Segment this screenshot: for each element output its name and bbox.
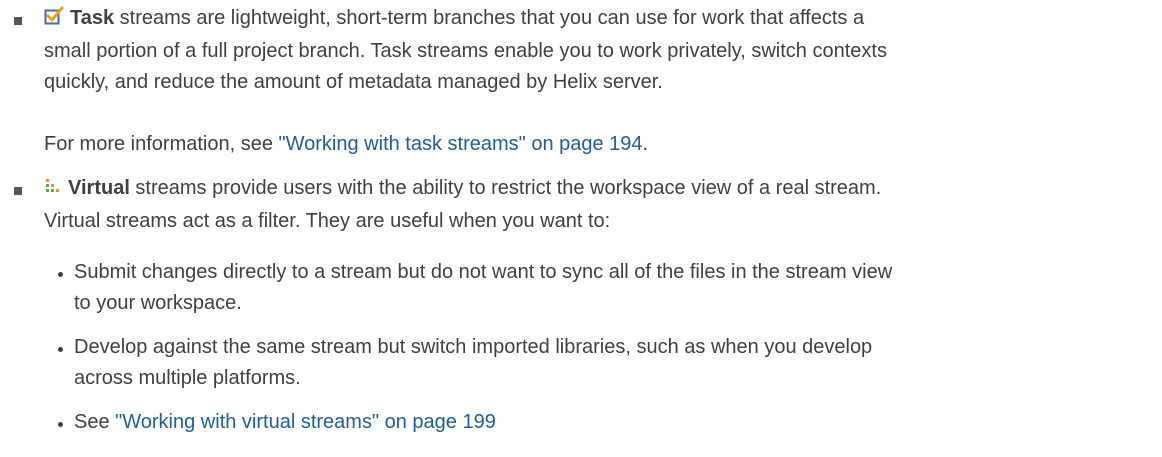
- task-text-line-1: streams are lightweight, short-term bran…: [114, 7, 865, 29]
- virtual-term: Virtual: [68, 177, 130, 199]
- list-dot: [58, 422, 63, 427]
- task-streams-item: Task streams are lightweight, short-term…: [44, 3, 1144, 98]
- virtual-text-line-2: Virtual streams act as a filter. They ar…: [44, 210, 611, 232]
- document-page: Task streams are lightweight, short-term…: [0, 0, 1162, 457]
- task-more-info: For more information, see "Working with …: [44, 129, 1144, 160]
- list-bullet: [14, 187, 22, 195]
- virtual-stream-dots-icon: [44, 175, 62, 206]
- virtual-text-line-1: streams provide users with the ability t…: [129, 177, 882, 199]
- use-2-line-2: across multiple platforms.: [74, 367, 301, 389]
- see-prefix: See: [74, 411, 116, 433]
- list-item: Submit changes directly to a stream but …: [44, 257, 1144, 319]
- list-dot: [58, 347, 63, 352]
- use-1-line-1: Submit changes directly to a stream but …: [74, 261, 893, 283]
- task-streams-paragraph: Task streams are lightweight, short-term…: [44, 3, 1144, 98]
- virtual-streams-item: Virtual streams provide users with the a…: [44, 173, 1144, 237]
- task-text-line-3: quickly, and reduce the amount of metada…: [44, 71, 663, 93]
- virtual-uses-list: Submit changes directly to a stream but …: [44, 257, 1144, 438]
- task-text-line-2: small portion of a full project branch. …: [44, 40, 887, 62]
- task-stream-checkbox-icon: [44, 5, 64, 36]
- use-2-line-1: Develop against the same stream but swit…: [74, 336, 873, 358]
- virtual-streams-paragraph: Virtual streams provide users with the a…: [44, 173, 1144, 237]
- more-info-suffix: .: [642, 133, 649, 155]
- task-streams-link[interactable]: "Working with task streams" on page 194: [279, 133, 643, 155]
- list-item: Develop against the same stream but swit…: [44, 332, 1144, 394]
- virtual-streams-link[interactable]: "Working with virtual streams" on page 1…: [115, 411, 496, 433]
- use-1-line-2: to your workspace.: [74, 292, 242, 314]
- more-info-prefix: For more information, see: [44, 133, 279, 155]
- list-bullet: [14, 17, 22, 25]
- list-dot: [58, 272, 63, 277]
- list-item: See "Working with virtual streams" on pa…: [44, 407, 1144, 438]
- task-term: Task: [70, 7, 115, 29]
